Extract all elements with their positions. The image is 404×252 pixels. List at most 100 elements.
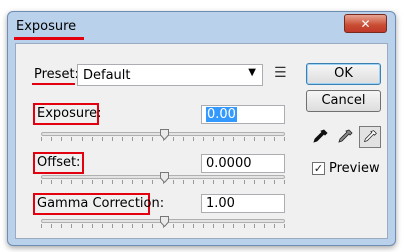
slider-tick xyxy=(102,224,103,228)
slider-tick xyxy=(183,180,184,184)
slider-tick xyxy=(223,224,224,228)
slider-tick xyxy=(193,224,194,228)
exposure-field[interactable]: 0.00 xyxy=(201,105,285,124)
gamma-correction-field[interactable]: 1.00 xyxy=(201,194,285,213)
preset-label: Preset: xyxy=(34,67,79,82)
slider-tick xyxy=(203,180,204,184)
offset-label: Offset: xyxy=(37,155,81,170)
slider-tick xyxy=(264,137,265,141)
slider-tick xyxy=(152,180,153,184)
slider-tick xyxy=(142,224,143,228)
slider-tick xyxy=(213,224,214,228)
slider-tick xyxy=(152,137,153,141)
gamma-correction-label: Gamma Correction: xyxy=(37,196,165,211)
gray-point-eyedropper-icon[interactable] xyxy=(334,126,356,148)
preview-checkbox[interactable]: ✓ xyxy=(312,162,325,175)
slider-tick xyxy=(71,137,72,141)
slider-tick xyxy=(102,180,103,184)
slider-tick xyxy=(244,137,245,141)
black-point-eyedropper-icon[interactable] xyxy=(309,126,331,148)
slider-tick xyxy=(284,137,285,141)
slider-tick xyxy=(254,137,255,141)
slider-tick xyxy=(284,180,285,184)
slider-tick xyxy=(112,224,113,228)
preset-value: Default xyxy=(83,68,131,83)
slider-tick xyxy=(142,180,143,184)
slider-tick xyxy=(213,180,214,184)
slider-tick xyxy=(254,180,255,184)
slider-tick xyxy=(71,180,72,184)
slider-tick xyxy=(264,180,265,184)
slider-tick xyxy=(82,137,83,141)
slider-tick xyxy=(71,224,72,228)
slider-tick xyxy=(61,180,62,184)
title-annotation-underline xyxy=(14,37,84,40)
exposure-slider-thumb[interactable] xyxy=(160,129,169,140)
slider-tick xyxy=(284,224,285,228)
slider-tick xyxy=(173,137,174,141)
slider-tick xyxy=(264,224,265,228)
slider-tick xyxy=(51,180,52,184)
slider-tick xyxy=(92,137,93,141)
slider-tick xyxy=(122,180,123,184)
exposure-dialog: Exposure ✕ Preset: Default ▼ ☰ Exposure:… xyxy=(7,11,396,246)
slider-tick xyxy=(122,137,123,141)
slider-tick xyxy=(274,137,275,141)
close-icon: ✕ xyxy=(360,17,371,31)
slider-tick xyxy=(183,224,184,228)
slider-tick xyxy=(173,180,174,184)
slider-tick xyxy=(61,137,62,141)
list-options-icon[interactable]: ☰ xyxy=(274,65,287,81)
cancel-button[interactable]: Cancel xyxy=(306,90,381,112)
slider-tick xyxy=(132,137,133,141)
preset-annotation-underline xyxy=(32,83,75,85)
slider-tick xyxy=(183,137,184,141)
gamma-correction-slider-thumb[interactable] xyxy=(160,216,169,227)
slider-tick xyxy=(41,224,42,228)
slider-tick xyxy=(203,224,204,228)
slider-tick xyxy=(41,180,42,184)
slider-tick xyxy=(82,180,83,184)
slider-tick xyxy=(112,180,113,184)
chevron-down-icon: ▼ xyxy=(248,67,256,78)
slider-tick xyxy=(193,137,194,141)
slider-tick xyxy=(122,224,123,228)
slider-tick xyxy=(41,137,42,141)
offset-slider-thumb[interactable] xyxy=(160,172,169,183)
slider-tick xyxy=(213,137,214,141)
slider-tick xyxy=(132,180,133,184)
slider-tick xyxy=(142,137,143,141)
slider-tick xyxy=(112,137,113,141)
slider-tick xyxy=(233,180,234,184)
slider-tick xyxy=(193,180,194,184)
white-point-eyedropper-icon[interactable] xyxy=(359,126,381,148)
slider-tick xyxy=(233,137,234,141)
dialog-body: Preset: Default ▼ ☰ Exposure: 0.00 Offse… xyxy=(15,43,388,239)
slider-tick xyxy=(92,224,93,228)
ok-button[interactable]: OK xyxy=(306,63,381,85)
offset-field[interactable]: 0.0000 xyxy=(201,154,285,173)
title-bar[interactable]: Exposure ✕ xyxy=(8,12,395,40)
slider-tick xyxy=(244,180,245,184)
window-title: Exposure xyxy=(16,19,77,34)
preview-label: Preview xyxy=(329,161,380,176)
checkmark-icon: ✓ xyxy=(313,162,324,175)
slider-tick xyxy=(51,137,52,141)
slider-tick xyxy=(244,224,245,228)
slider-tick xyxy=(173,224,174,228)
slider-tick xyxy=(203,137,204,141)
slider-tick xyxy=(274,224,275,228)
slider-tick xyxy=(274,180,275,184)
slider-tick xyxy=(223,180,224,184)
slider-tick xyxy=(254,224,255,228)
slider-tick xyxy=(132,224,133,228)
slider-tick xyxy=(61,224,62,228)
exposure-label: Exposure: xyxy=(37,106,102,121)
slider-tick xyxy=(102,137,103,141)
preset-select[interactable]: Default ▼ xyxy=(77,64,263,86)
slider-tick xyxy=(223,137,224,141)
close-button[interactable]: ✕ xyxy=(344,14,387,33)
slider-tick xyxy=(51,224,52,228)
slider-tick xyxy=(92,180,93,184)
slider-tick xyxy=(82,224,83,228)
